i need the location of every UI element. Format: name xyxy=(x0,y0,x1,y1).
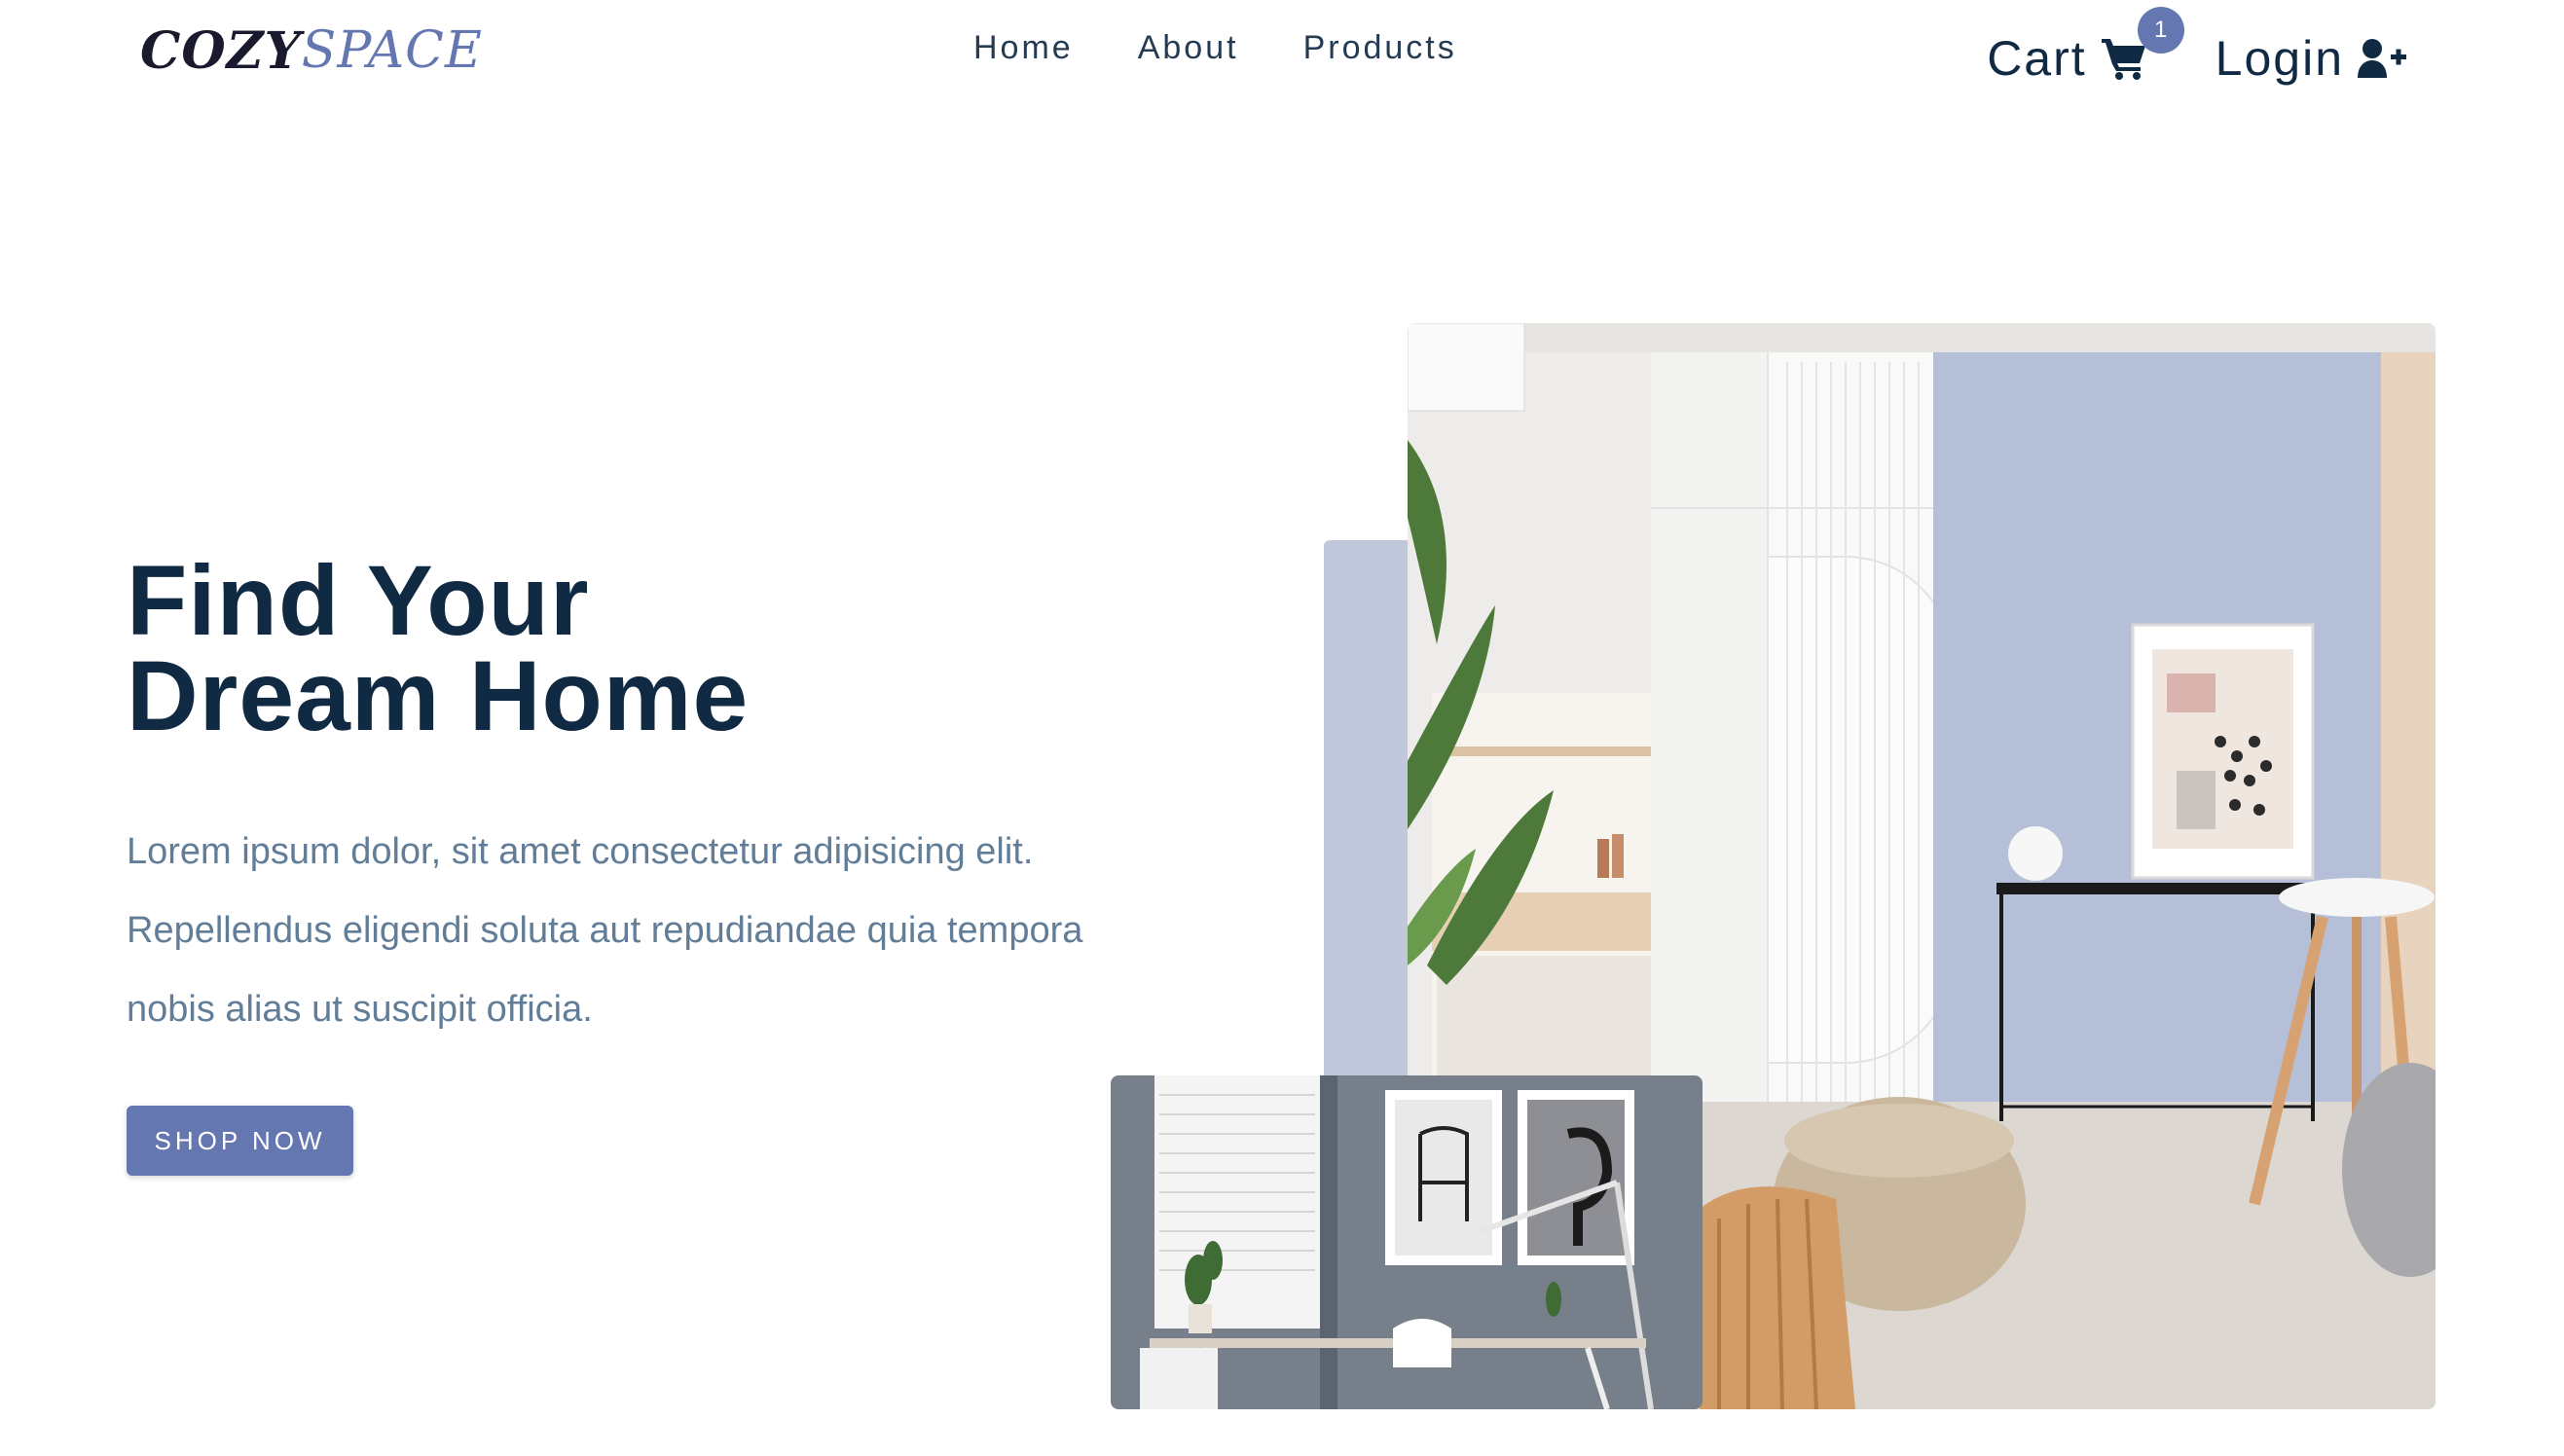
nav-actions: Cart 1 Login xyxy=(1987,7,2408,107)
hero-title: Find Your Dream Home xyxy=(127,545,750,751)
hero-secondary-image xyxy=(1111,1075,1703,1409)
cart-button[interactable]: Cart 1 xyxy=(1987,7,2184,87)
cart-count-badge: 1 xyxy=(2137,7,2184,54)
nav-link-home[interactable]: Home xyxy=(973,29,1074,67)
login-button[interactable]: Login xyxy=(2216,30,2408,87)
hero-description: Lorem ipsum dolor, sit amet consectetur … xyxy=(127,831,1083,1030)
brand-logo-part1: COZY xyxy=(140,20,302,81)
user-plus-icon xyxy=(2358,39,2406,78)
cart-label: Cart xyxy=(1987,31,2087,86)
brand-logo[interactable]: COZY SPACE xyxy=(140,10,483,91)
shop-now-button[interactable]: SHOP NOW xyxy=(127,1106,353,1176)
login-label: Login xyxy=(2215,31,2344,86)
nav-link-products[interactable]: Products xyxy=(1303,29,1457,67)
nav-links: Home About Products xyxy=(973,29,1457,67)
accent-bar xyxy=(1324,540,1416,1075)
hero-title-line2: Dream Home xyxy=(127,640,750,751)
nav-link-about[interactable]: About xyxy=(1138,29,1239,67)
shopping-cart-icon xyxy=(2101,39,2145,80)
navbar: COZY SPACE Home About Products Cart 1 Log… xyxy=(0,0,2564,117)
hero-title-line1: Find Your xyxy=(127,545,590,656)
brand-logo-part2: SPACE xyxy=(301,21,483,80)
cart-icon-wrap: 1 xyxy=(2101,7,2184,81)
